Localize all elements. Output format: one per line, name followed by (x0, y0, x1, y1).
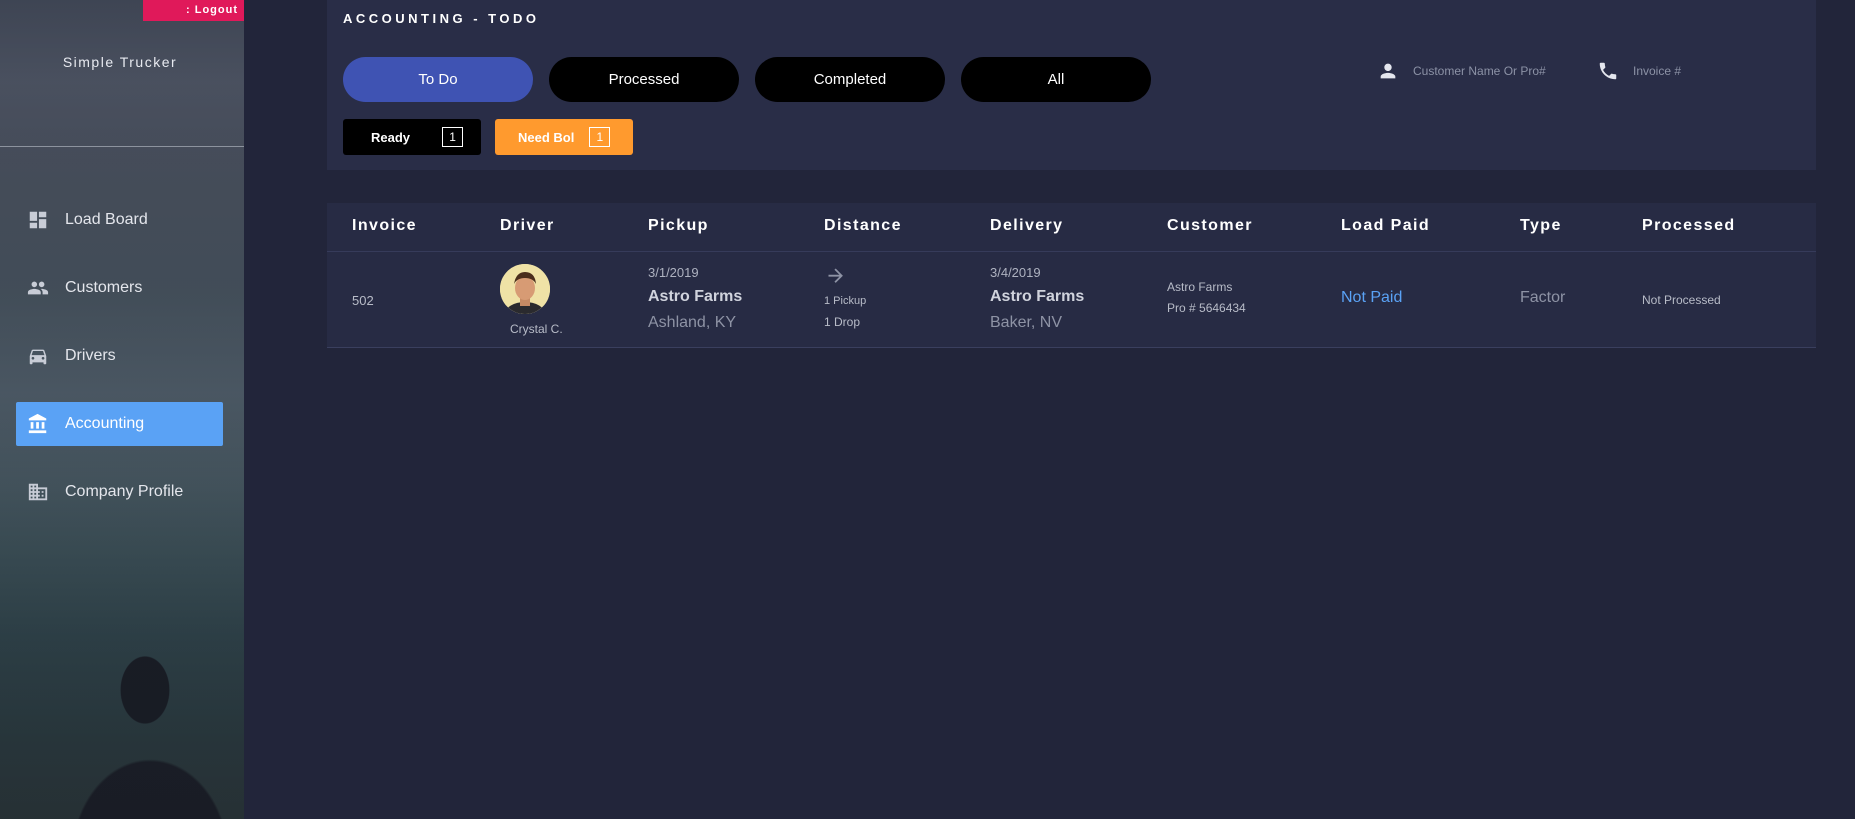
delivery-date: 3/4/2019 (990, 265, 1041, 280)
sidebar-item-drivers[interactable]: Drivers (16, 334, 223, 378)
column-header-type[interactable]: Type (1520, 217, 1562, 235)
pickup-date: 3/1/2019 (648, 265, 699, 280)
pickup-count: 1 Pickup (824, 295, 867, 307)
brand-name: Simple Trucker (62, 54, 178, 70)
sidebar-item-customers[interactable]: Customers (16, 266, 223, 310)
phone-icon (1597, 60, 1619, 82)
table-row[interactable]: 502 Crystal C. 3/1/2019 Astro Farms Ashl… (327, 252, 1816, 348)
driver-name: Crystal C. (510, 322, 563, 336)
delivery-city: Baker, NV (990, 314, 1063, 331)
invoice-search (1597, 58, 1783, 84)
bank-icon (26, 412, 50, 436)
invoice-search-input[interactable] (1633, 64, 1783, 78)
dashboard-icon (26, 208, 50, 232)
pickup-city: Ashland, KY (648, 314, 737, 331)
sidebar-item-label: Accounting (65, 415, 145, 432)
tab-to-do[interactable]: To Do (343, 57, 533, 102)
sidebar: : Logout Simple Trucker Load Board Custo… (0, 0, 244, 819)
avatar (500, 264, 550, 314)
filter-panel: ACCOUNTING - TODO To Do Processed Comple… (327, 0, 1816, 170)
column-header-delivery[interactable]: Delivery (990, 217, 1063, 235)
customer-name: Astro Farms (1167, 280, 1233, 294)
column-header-load-paid[interactable]: Load Paid (1341, 217, 1430, 235)
sidebar-item-label: Drivers (65, 347, 116, 364)
customer-pro-number: Pro # 5646434 (1167, 301, 1246, 315)
column-header-distance[interactable]: Distance (824, 217, 902, 235)
customer-search-input[interactable] (1413, 64, 1563, 78)
sidebar-item-company-profile[interactable]: Company Profile (16, 470, 223, 514)
delivery-location-name: Astro Farms (990, 288, 1085, 305)
sidebar-item-label: Load Board (65, 211, 148, 228)
filter-count-badge: 1 (589, 127, 611, 147)
sidebar-item-accounting[interactable]: Accounting (16, 402, 223, 446)
column-header-invoice[interactable]: Invoice (352, 217, 417, 235)
invoice-number: 502 (352, 293, 374, 308)
tab-completed[interactable]: Completed (755, 57, 945, 102)
load-paid-status[interactable]: Not Paid (1341, 289, 1402, 307)
column-header-processed[interactable]: Processed (1642, 217, 1736, 235)
tab-processed[interactable]: Processed (549, 57, 739, 102)
sidebar-divider (0, 146, 244, 147)
filter-label: Need Bol (518, 129, 575, 145)
accounting-table: Invoice Driver Pickup Distance Delivery … (327, 203, 1816, 348)
people-icon (26, 276, 50, 300)
logout-button[interactable]: : Logout (143, 0, 244, 21)
tab-all[interactable]: All (961, 57, 1151, 102)
sidebar-item-label: Customers (65, 279, 143, 296)
car-icon (26, 344, 50, 368)
filter-ready-button[interactable]: Ready 1 (343, 119, 481, 155)
pickup-location-name: Astro Farms (648, 288, 743, 305)
payment-type: Factor (1520, 289, 1566, 306)
drop-count: 1 Drop (824, 315, 861, 329)
page-title: ACCOUNTING - TODO (343, 11, 540, 26)
sidebar-item-load-board[interactable]: Load Board (16, 198, 223, 242)
filter-count-badge: 1 (442, 127, 464, 147)
person-icon (1377, 60, 1399, 82)
column-header-pickup[interactable]: Pickup (648, 217, 709, 235)
arrow-right-icon (824, 264, 848, 288)
sidebar-item-label: Company Profile (65, 483, 184, 500)
customer-search (1377, 58, 1563, 84)
column-header-driver[interactable]: Driver (500, 217, 555, 235)
table-header: Invoice Driver Pickup Distance Delivery … (327, 203, 1816, 252)
filter-need-bol-button[interactable]: Need Bol 1 (495, 119, 633, 155)
processed-status: Not Processed (1642, 293, 1721, 307)
building-icon (26, 480, 50, 504)
filter-label: Ready (371, 129, 411, 145)
column-header-customer[interactable]: Customer (1167, 217, 1253, 235)
